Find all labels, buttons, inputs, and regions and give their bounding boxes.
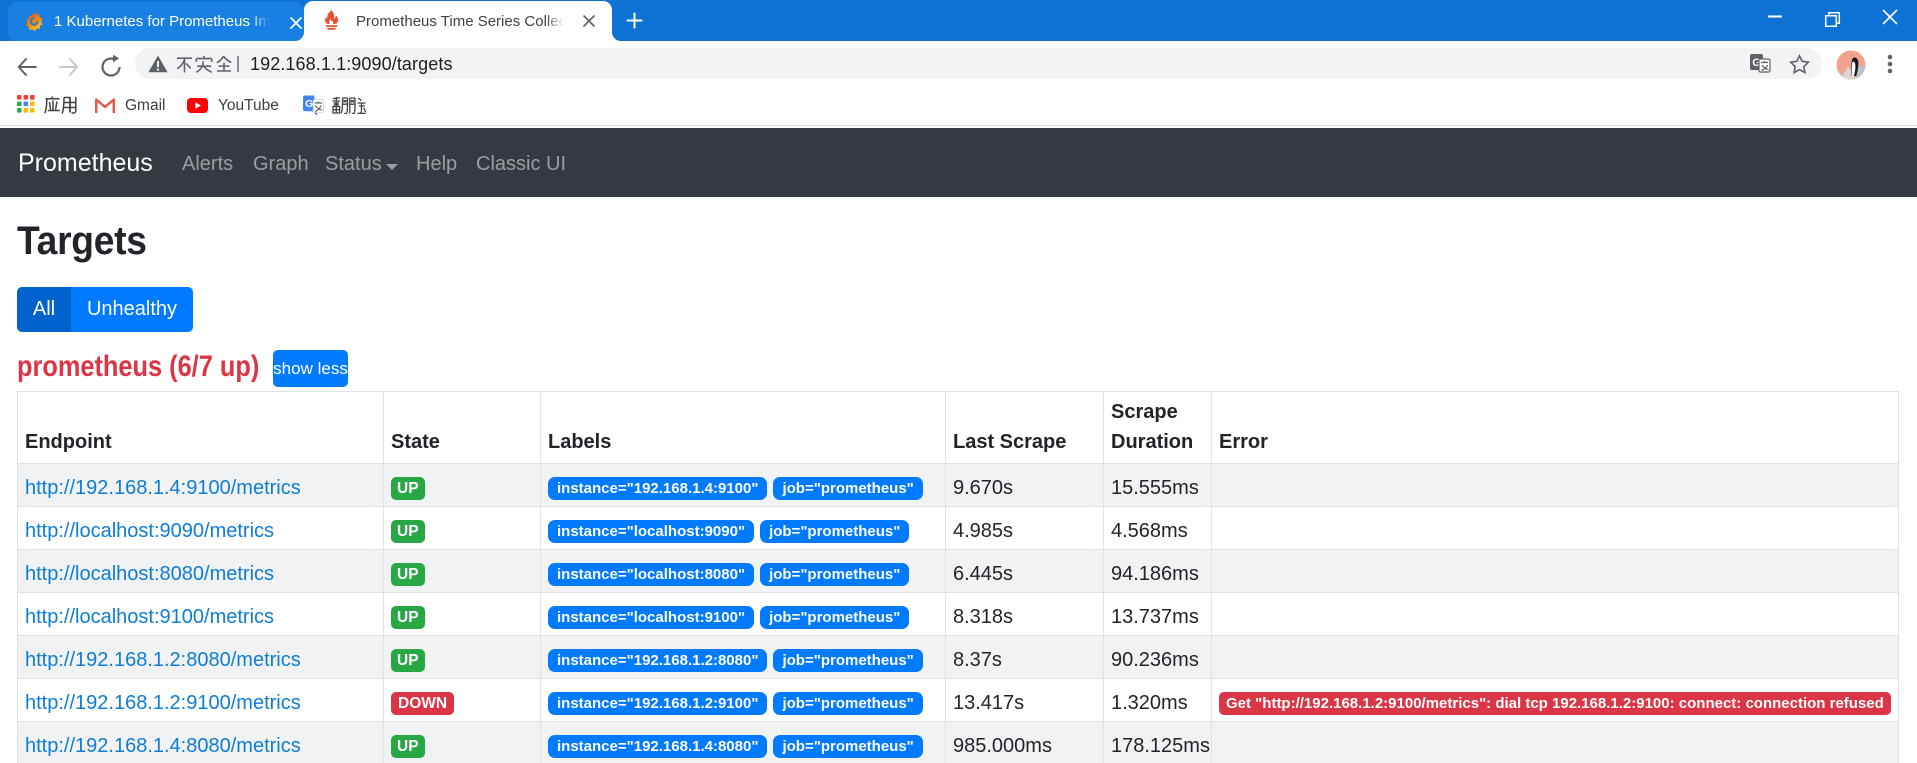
svg-text:G: G — [305, 98, 313, 110]
